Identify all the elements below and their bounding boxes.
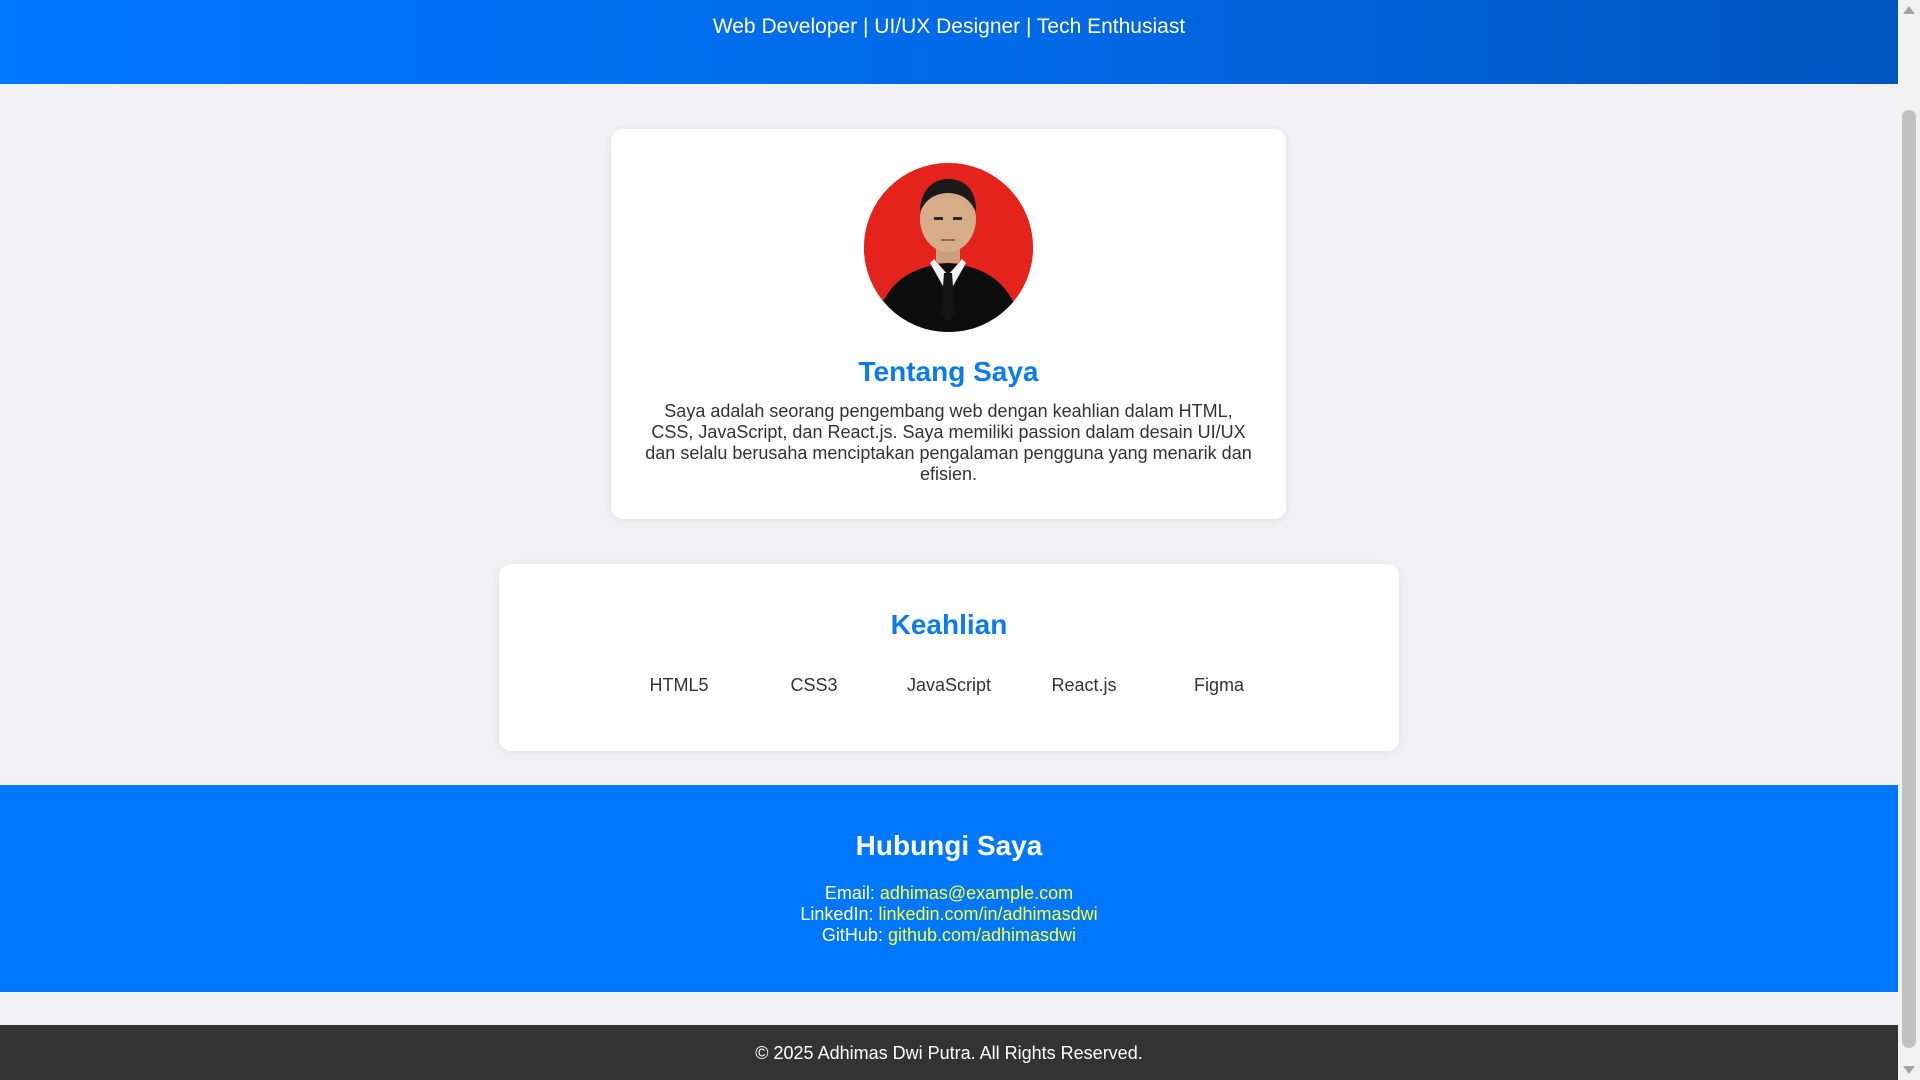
scroll-thumb[interactable] [1902,110,1916,1048]
about-description: Saya adalah seorang pengembang web denga… [645,401,1252,484]
contact-github-line: GitHub: github.com/adhimasdwi [0,925,1898,946]
skills-card: Keahlian HTML5 CSS3 JavaScript React.js … [499,564,1399,751]
linkedin-link[interactable]: linkedin.com/in/adhimasdwi [878,904,1097,924]
page-footer: © 2025 Adhimas Dwi Putra. All Rights Res… [0,1025,1898,1080]
contact-details: Email: adhimas@example.com LinkedIn: lin… [0,883,1898,946]
skill-item-reactjs: React.js [1051,675,1117,695]
skill-item-figma: Figma [1193,675,1244,695]
skills-title: Keahlian [890,609,1008,640]
vertical-scrollbar[interactable] [1898,0,1920,1080]
profile-photo [864,163,1033,332]
contact-email-line: Email: adhimas@example.com [0,883,1898,904]
footer-copyright: © 2025 Adhimas Dwi Putra. All Rights Res… [755,1043,1143,1063]
skill-item-css3: CSS3 [790,675,838,695]
contact-linkedin-line: LinkedIn: linkedin.com/in/adhimasdwi [0,904,1898,925]
skill-item-javascript: JavaScript [906,675,992,695]
skill-item-html5: HTML5 [649,675,709,695]
contact-title: Hubungi Saya [855,830,1043,861]
scroll-down-arrow-icon[interactable] [1903,1066,1915,1074]
page-viewport: Web Developer | UI/UX Designer | Tech En… [0,0,1898,1080]
linkedin-label: LinkedIn: [800,904,879,924]
scroll-up-arrow-icon[interactable] [1903,6,1915,14]
contact-section: Hubungi Saya Email: adhimas@example.com … [0,785,1898,992]
hero-tagline: Web Developer | UI/UX Designer | Tech En… [712,15,1186,38]
skills-list: HTML5 CSS3 JavaScript React.js Figma [499,674,1399,696]
email-label: Email: [824,883,880,903]
about-title: Tentang Saya [858,356,1039,387]
github-link[interactable]: github.com/adhimasdwi [888,925,1076,945]
hero-header: Web Developer | UI/UX Designer | Tech En… [0,0,1898,84]
github-label: GitHub: [821,925,888,945]
about-card: Tentang Saya Saya adalah seorang pengemb… [611,129,1286,519]
email-link[interactable]: adhimas@example.com [880,883,1073,903]
